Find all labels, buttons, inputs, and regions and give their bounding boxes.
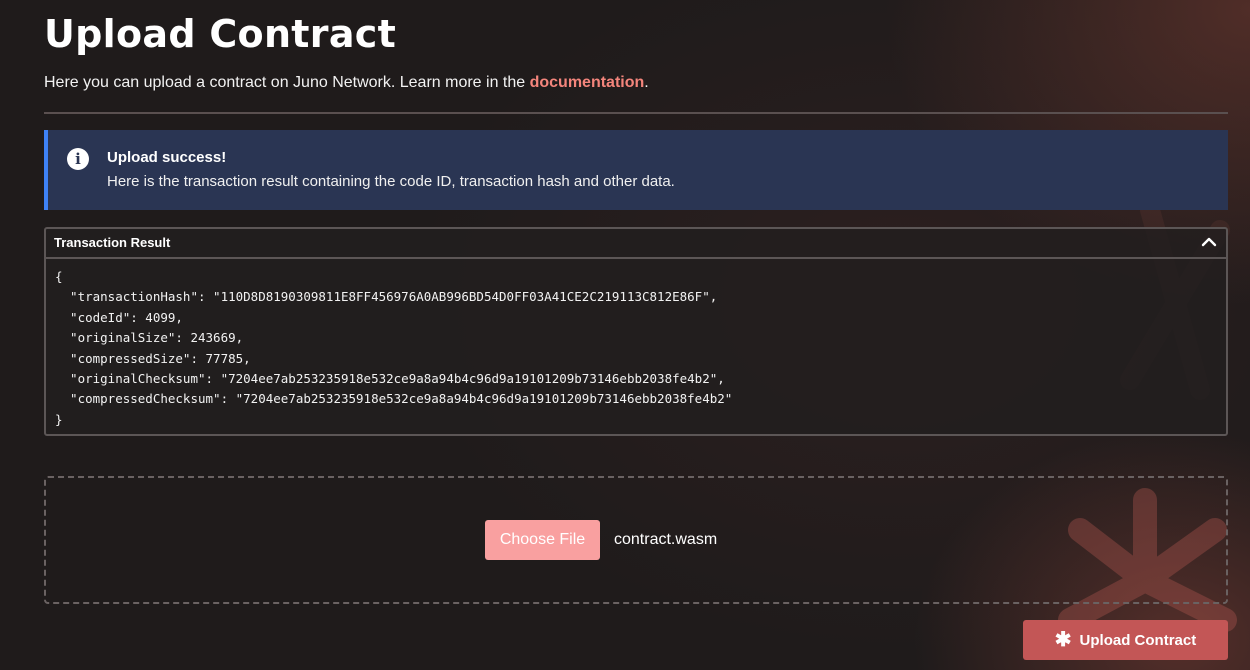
- transaction-result-json: { "transactionHash": "110D8D8190309811E8…: [55, 269, 733, 427]
- subtitle-suffix: .: [644, 74, 649, 91]
- choose-file-button[interactable]: Choose File: [485, 520, 600, 560]
- transaction-result-panel: Transaction Result { "transactionHash": …: [44, 227, 1228, 436]
- subtitle-text: Here you can upload a contract on Juno N…: [44, 74, 530, 91]
- transaction-result-header[interactable]: Transaction Result: [46, 229, 1226, 259]
- page-title: Upload Contract: [44, 12, 397, 56]
- transaction-result-title: Transaction Result: [54, 235, 171, 250]
- chevron-up-icon[interactable]: [1200, 234, 1218, 250]
- upload-contract-label: Upload Contract: [1079, 631, 1197, 649]
- header-divider: [44, 112, 1228, 114]
- upload-contract-button[interactable]: ✱ Upload Contract: [1023, 620, 1228, 660]
- documentation-link[interactable]: documentation: [530, 74, 645, 91]
- file-dropzone[interactable]: Choose File contract.wasm: [44, 476, 1228, 604]
- alert-message: Here is the transaction result containin…: [107, 173, 675, 190]
- selected-file-name: contract.wasm: [614, 531, 718, 548]
- success-alert: i Upload success! Here is the transactio…: [44, 130, 1228, 210]
- asterisk-icon: ✱: [1054, 629, 1072, 651]
- alert-title: Upload success!: [107, 149, 227, 166]
- page-subtitle: Here you can upload a contract on Juno N…: [44, 74, 649, 92]
- info-icon: i: [67, 148, 89, 170]
